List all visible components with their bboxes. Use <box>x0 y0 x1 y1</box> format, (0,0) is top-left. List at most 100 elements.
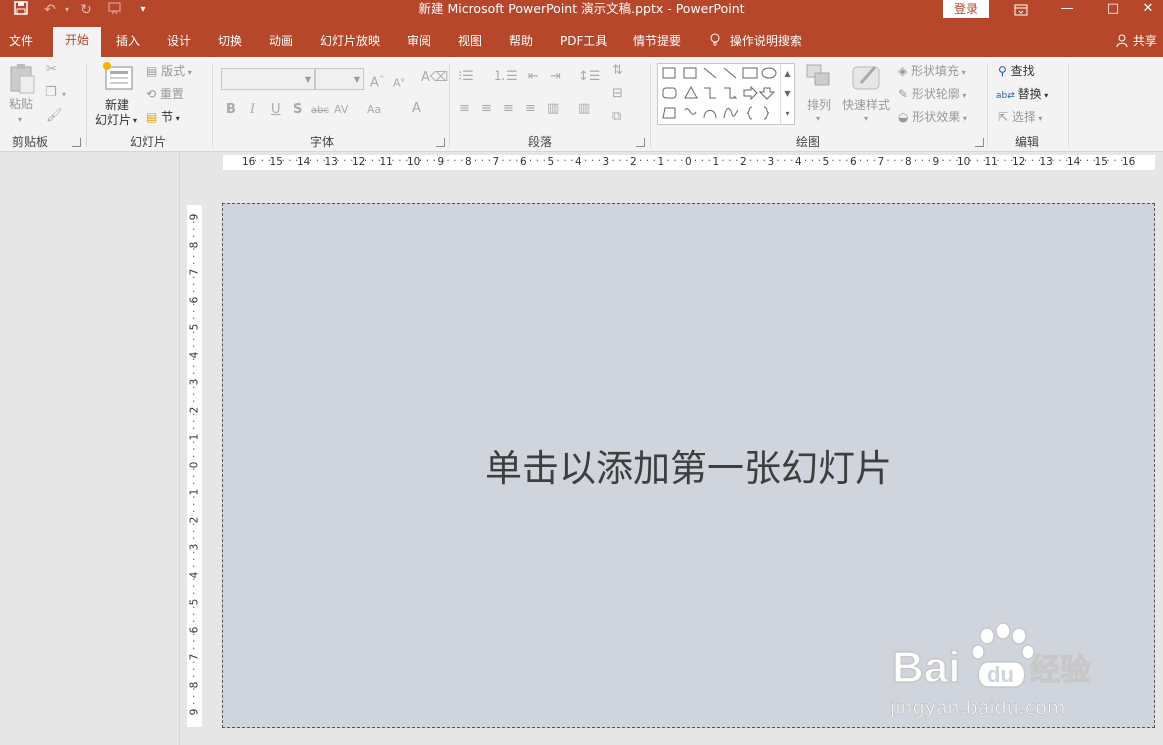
tab-review[interactable]: 审阅 <box>407 33 431 57</box>
convert-to-smartart-icon[interactable]: ⧉ <box>612 109 621 125</box>
ruler-tick: · <box>666 155 670 167</box>
increase-font-size-icon[interactable]: A^ <box>370 71 385 91</box>
text-direction-icon[interactable]: ⇅ <box>612 63 623 79</box>
italic-button[interactable]: I <box>250 102 255 118</box>
paste-button[interactable] <box>8 63 36 99</box>
tab-home[interactable]: 开始 <box>53 27 101 57</box>
new-slide-dropdown-icon[interactable]: ▾ <box>133 113 137 129</box>
save-icon[interactable] <box>11 1 31 19</box>
customize-quick-access-icon[interactable]: ▾ <box>133 1 153 19</box>
tab-insert[interactable]: 插入 <box>116 33 140 57</box>
ruler-tick: · <box>611 155 615 167</box>
ribbon-display-options-icon[interactable] <box>998 0 1044 20</box>
bold-button[interactable]: B <box>226 102 236 118</box>
shape-effects-button[interactable]: ◒ 形状效果 ▾ <box>898 109 967 127</box>
tab-storyboard[interactable]: 情节提要 <box>633 33 681 57</box>
align-center-icon[interactable]: ≡ <box>481 101 492 117</box>
group-label-clipboard: 剪贴板 <box>12 135 49 149</box>
slide-placeholder-text[interactable]: 单击以添加第一张幻灯片 <box>223 444 1154 494</box>
decrease-font-size-icon[interactable]: Av <box>393 72 405 92</box>
numbering-icon[interactable]: ⒈☰ <box>493 69 518 85</box>
arrange-dropdown-icon[interactable]: ▾ <box>816 111 820 127</box>
bullets-icon[interactable]: ⁝☰ <box>458 69 474 85</box>
shapes-gallery[interactable]: ▲ ▼ ▾ <box>657 63 795 125</box>
ruler-tick: · <box>831 155 835 167</box>
justify-icon[interactable]: ≡ <box>525 101 536 117</box>
underline-button[interactable]: U <box>271 102 281 118</box>
align-text-icon[interactable]: ⊟ <box>612 86 623 102</box>
close-icon[interactable]: ✕ <box>1133 0 1163 20</box>
ruler-tick: · <box>680 155 684 167</box>
cut-icon[interactable]: ✂ <box>46 62 57 78</box>
paste-dropdown-icon[interactable]: ▾ <box>18 112 22 128</box>
tab-transitions[interactable]: 切换 <box>218 33 242 57</box>
ruler-number: 7 <box>877 156 885 168</box>
ruler-tick: · <box>762 155 766 167</box>
drawing-dialog-launcher-icon[interactable] <box>975 138 984 147</box>
select-button[interactable]: ⇱ 选择 ▾ <box>998 109 1042 127</box>
slide-canvas[interactable]: 单击以添加第一张幻灯片 <box>222 203 1155 728</box>
font-color-button[interactable]: A <box>412 101 421 117</box>
tab-design[interactable]: 设计 <box>167 33 191 57</box>
align-left-icon[interactable]: ≡ <box>459 101 470 117</box>
shape-outline-button[interactable]: ✎ 形状轮廓 ▾ <box>898 86 966 104</box>
maximize-icon[interactable]: □ <box>1090 0 1136 20</box>
ruler-tick: · <box>1003 155 1007 167</box>
arrange-button[interactable] <box>805 63 833 97</box>
layout-button[interactable]: ▤ 版式 ▾ <box>146 63 192 81</box>
ruler-tick: · <box>900 155 904 167</box>
distributed-icon[interactable]: ▥ <box>547 101 559 117</box>
shape-outline-label: 形状轮廓 <box>911 87 960 101</box>
copy-icon[interactable]: ❐ <box>45 85 57 101</box>
shapes-gallery-scroll[interactable]: ▲ ▼ ▾ <box>780 64 794 124</box>
cursor-icon: ⇱ <box>998 110 1012 124</box>
tab-animations[interactable]: 动画 <box>269 33 293 57</box>
quick-styles-dropdown-icon[interactable]: ▾ <box>864 111 868 127</box>
share-button[interactable]: 共享 <box>1116 33 1157 57</box>
paragraph-dialog-launcher-icon[interactable] <box>636 138 645 147</box>
start-from-beginning-icon[interactable] <box>106 1 126 19</box>
section-button[interactable]: ▤ 节 ▾ <box>146 109 180 127</box>
increase-indent-icon[interactable]: ⇥ <box>550 69 561 85</box>
align-right-icon[interactable]: ≡ <box>503 101 514 117</box>
tab-help[interactable]: 帮助 <box>509 33 533 57</box>
reset-button[interactable]: ⟲ 重置 <box>146 86 184 102</box>
find-button[interactable]: ⚲ 查找 <box>998 63 1035 79</box>
ruler-tick: · <box>948 155 952 167</box>
columns-icon[interactable]: ▥ <box>578 101 590 117</box>
ribbon: 粘贴 ▾ ✂ ❐ ▾ 🖌 剪贴板 新建 幻灯片 ▾ ▤ 版式 ▾ ⟲ 重置 ▤ … <box>0 57 1163 152</box>
group-divider <box>1068 63 1069 147</box>
font-dialog-launcher-icon[interactable] <box>436 138 445 147</box>
clear-formatting-icon[interactable]: A⌫ <box>421 70 448 86</box>
login-button[interactable]: 登录 <box>943 0 989 18</box>
text-shadow-button[interactable]: S <box>293 102 302 118</box>
character-spacing-button[interactable]: AV <box>334 102 348 118</box>
quick-styles-button[interactable] <box>851 63 883 97</box>
change-case-button[interactable]: Aa <box>367 102 381 118</box>
redo-icon[interactable]: ↻ <box>76 1 96 19</box>
copy-dropdown-icon[interactable]: ▾ <box>62 87 66 103</box>
tell-me-search[interactable]: 操作说明搜索 <box>710 33 802 57</box>
clipboard-dialog-launcher-icon[interactable] <box>72 138 81 147</box>
strikethrough-button[interactable]: abc <box>311 103 329 119</box>
ruler-number: 6 <box>850 156 857 168</box>
format-painter-icon[interactable]: 🖌 <box>46 108 63 124</box>
font-name-combo[interactable]: ▼ <box>221 68 315 90</box>
shape-fill-button[interactable]: ◈ 形状填充 ▾ <box>898 63 966 81</box>
ruler-tick: · <box>515 155 519 167</box>
tab-slide-show[interactable]: 幻灯片放映 <box>320 33 380 57</box>
undo-dropdown-icon[interactable]: ▾ <box>57 1 77 19</box>
replace-button[interactable]: ab⇄ 替换 ▾ <box>996 86 1048 104</box>
line-spacing-icon[interactable]: ↕☰ <box>578 69 601 85</box>
tab-pdf-tools[interactable]: PDF工具 <box>560 33 607 57</box>
tab-view[interactable]: 视图 <box>458 33 482 57</box>
ruler-tick: · <box>927 155 931 167</box>
shape-effects-label: 形状效果 <box>912 110 961 124</box>
tab-file[interactable]: 文件 <box>9 33 33 57</box>
font-size-combo[interactable]: ▼ <box>315 68 364 90</box>
slide-thumbnail-pane[interactable] <box>0 152 180 745</box>
group-label-editing: 编辑 <box>1015 135 1040 149</box>
new-slide-icon[interactable] <box>102 61 134 95</box>
decrease-indent-icon[interactable]: ⇤ <box>528 69 539 85</box>
minimize-icon[interactable]: — <box>1044 0 1090 20</box>
